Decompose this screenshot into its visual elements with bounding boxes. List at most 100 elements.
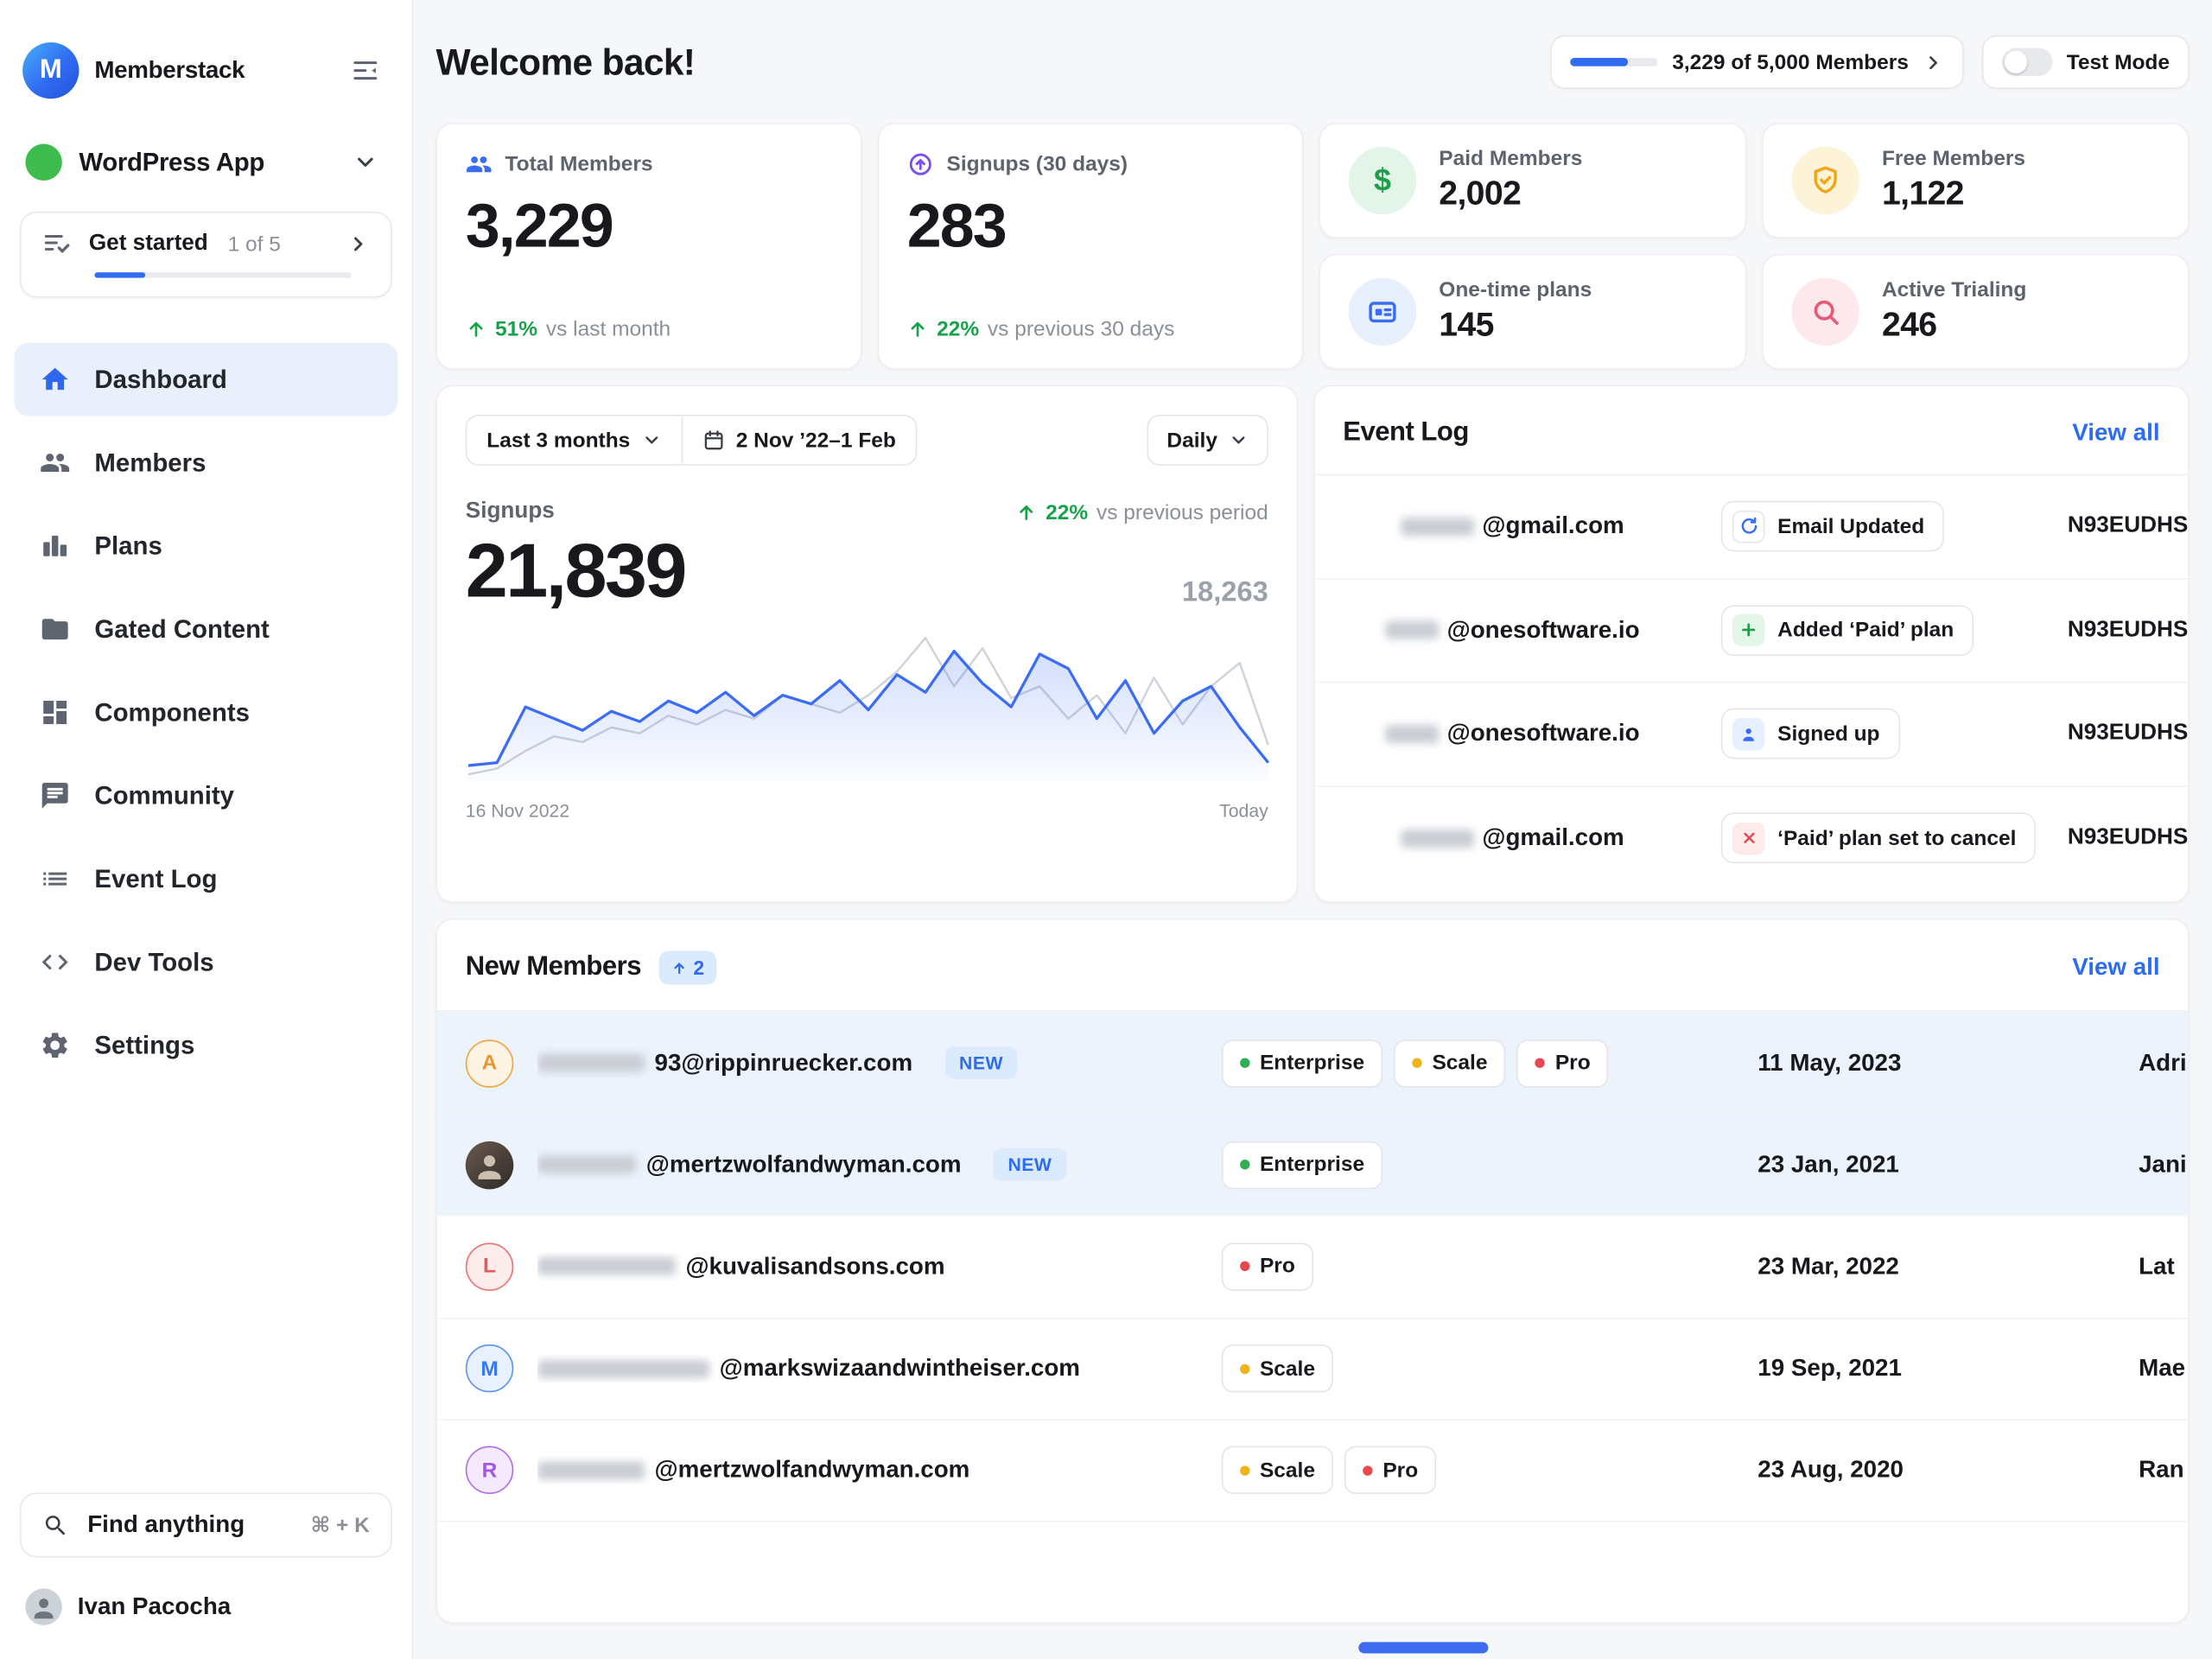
gear-icon [40,1030,71,1061]
range-preset-button[interactable]: Last 3 months [467,416,681,465]
redacted-email-prefix [537,1359,709,1377]
event-log-row[interactable]: @onesoftware.io Signed up N93EUDHS [1315,683,2189,786]
sidebar-item-dashboard[interactable]: Dashboard [14,343,397,416]
new-members-view-all-link[interactable]: View all [2072,954,2159,982]
test-mode-toggle[interactable] [2002,48,2053,77]
quota-progress-track [1571,58,1658,67]
x-axis-end-label: Today [1219,800,1268,821]
topbar: Welcome back! 3,229 of 5,000 Members Tes… [435,0,2189,123]
main-content: Welcome back! 3,229 of 5,000 Members Tes… [413,0,2212,1659]
sidebar-item-plans[interactable]: Plans [14,509,397,582]
member-email: @markswizaandwintheiser.com [720,1354,1080,1382]
free-members-card[interactable]: Free Members 1,122 [1762,123,2190,238]
sidebar-item-label: Event Log [94,864,217,893]
stat-label: Active Trialing [1882,278,2026,302]
get-started-card[interactable]: Get started 1 of 5 [20,212,392,298]
member-email: @mertzwolfandwyman.com [655,1456,970,1484]
event-label: Signed up [1777,722,1879,747]
signups-total: 21,839 [466,533,685,609]
stat-value: 145 [1439,306,1592,346]
sidebar-item-members[interactable]: Members [14,426,397,499]
event-label: ‘Paid’ plan set to cancel [1777,826,2016,850]
sidebar-item-label: Members [94,448,206,477]
global-search-button[interactable]: Find anything ⌘ + K [20,1492,392,1557]
stat-label: Paid Members [1439,147,1582,171]
event-member-id: N93EUDHS [2068,721,2188,747]
member-name: Jani [2139,1151,2188,1179]
plan-dot-icon [1240,1363,1249,1373]
horizontal-scrollbar-thumb[interactable] [1358,1642,1488,1653]
sidebar-item-label: Gated Content [94,614,269,644]
grid-icon [40,697,71,728]
sidebar-item-event-log[interactable]: Event Log [14,842,397,916]
member-row[interactable]: A 93@rippinruecker.com NEW Enterprise Sc… [437,1012,2188,1114]
card-icon [1349,278,1416,346]
sidebar-item-label: Plans [94,531,162,561]
event-member-id: N93EUDHS [2068,826,2188,851]
sidebar-collapse-button[interactable] [344,49,386,92]
home-icon [40,364,71,395]
member-date: 23 Aug, 2020 [1758,1456,2139,1484]
chevron-down-icon [344,141,386,183]
granularity-button[interactable]: Daily [1147,415,1268,466]
member-avatar: L [466,1243,514,1291]
list-icon [40,863,71,894]
date-range-label: 2 Nov ’22–1 Feb [736,429,896,453]
redacted-email-prefix [1385,621,1439,639]
brand-name: Memberstack [94,56,245,85]
plan-dot-icon [1413,1058,1422,1068]
member-name: Ran [2139,1456,2188,1484]
sidebar-item-label: Components [94,697,250,727]
member-row[interactable]: R @mertzwolfandwyman.com Scale Pro 23 Au… [437,1419,2188,1521]
new-members-card: New Members 2 View all A 93@rippinruecke… [435,918,2189,1624]
event-log-row[interactable]: @gmail.com Email Updated N93EUDHS [1315,475,2189,579]
get-started-progress-fill [94,272,145,278]
member-name: Adri [2139,1049,2188,1077]
event-log-view-all-link[interactable]: View all [2072,419,2159,448]
new-members-title: New Members [466,952,641,983]
stat-value: 2,002 [1439,175,1582,214]
signups-30-card[interactable]: Signups (30 days) 283 22% vs previous 30… [878,123,1304,370]
members-stat-icon [466,151,493,178]
user-avatar [25,1588,61,1624]
member-row[interactable]: @mertzwolfandwyman.com NEW Enterprise 23… [437,1113,2188,1215]
redacted-email-prefix [537,1257,676,1275]
plan-dot-icon [1240,1465,1249,1475]
test-mode-control: Test Mode [1982,35,2190,89]
people-icon [40,448,71,479]
custom-date-range-button[interactable]: 2 Nov ’22–1 Feb [681,416,916,465]
workspace-avatar [25,144,61,181]
signups-stat-icon [907,151,934,178]
plan-tag: Pro [1344,1446,1436,1495]
member-avatar: A [466,1039,514,1088]
event-log-card: Event Log View all @gmail.com Email Upda… [1313,385,2190,903]
sidebar-item-components[interactable]: Components [14,676,397,749]
user-menu[interactable]: Ivan Pacocha [0,1574,412,1659]
paid-members-card[interactable]: $ Paid Members 2,002 [1319,123,1747,238]
event-email: @gmail.com [1482,512,1624,541]
plan-dot-icon [1240,1262,1249,1271]
active-trialing-card[interactable]: Active Trialing 246 [1762,254,2190,370]
workspace-switcher[interactable]: WordPress App [0,118,412,197]
sidebar-item-label: Dashboard [94,365,227,394]
member-row[interactable] [437,1521,2188,1623]
search-label: Find anything [87,1511,245,1540]
up-arrow-icon [672,960,688,976]
members-quota-button[interactable]: 3,229 of 5,000 Members [1551,35,1964,89]
test-mode-label: Test Mode [2067,50,2170,74]
event-log-row[interactable]: @onesoftware.io Added ‘Paid’ plan N93EUD… [1315,579,2189,683]
member-row[interactable]: L @kuvalisandsons.com Pro 23 Mar, 2022 L… [437,1215,2188,1317]
event-log-row[interactable]: @gmail.com ‘Paid’ plan set to cancel N93… [1315,786,2189,890]
sidebar-item-settings[interactable]: Settings [14,1008,397,1082]
member-row[interactable]: M @markswizaandwintheiser.com Scale 19 S… [437,1317,2188,1419]
total-members-card[interactable]: Total Members 3,229 51% vs last month [435,123,861,370]
member-email: 93@rippinruecker.com [655,1049,913,1077]
event-badge: ‘Paid’ plan set to cancel [1721,813,2036,864]
collapse-icon [350,55,381,86]
sidebar-item-community[interactable]: Community [14,759,397,832]
sidebar-item-gated-content[interactable]: Gated Content [14,593,397,666]
sidebar-item-dev-tools[interactable]: Dev Tools [14,925,397,999]
up-arrow-icon [466,319,486,340]
event-badge: Signed up [1721,709,1900,760]
one-time-plans-card[interactable]: One-time plans 145 [1319,254,1747,370]
